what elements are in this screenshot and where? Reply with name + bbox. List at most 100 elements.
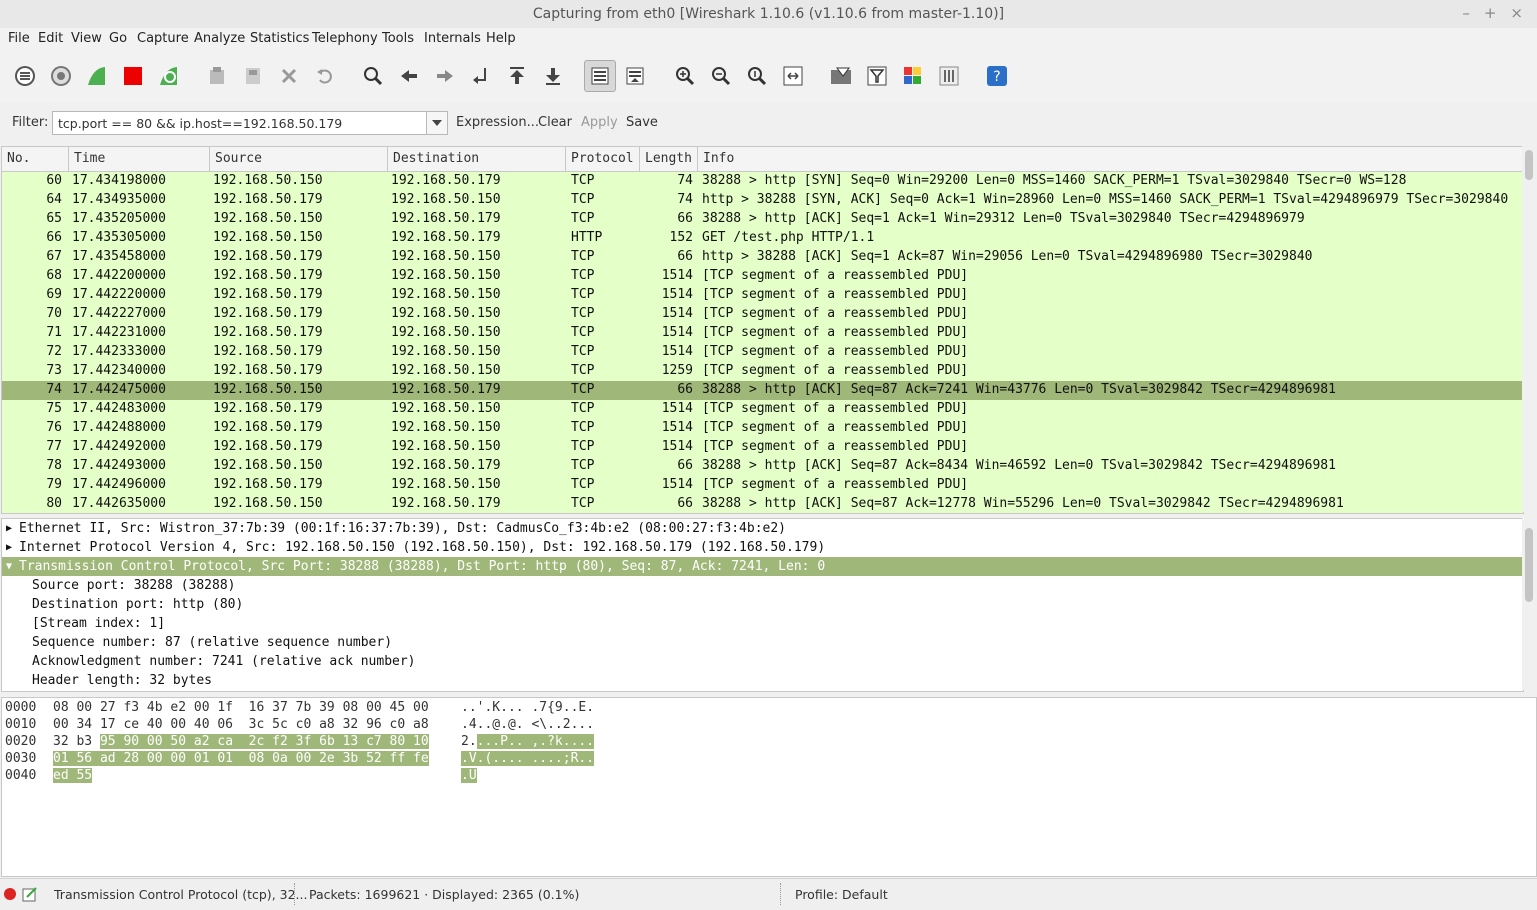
packet-number: 74 xyxy=(46,382,62,397)
interfaces-icon[interactable] xyxy=(12,63,38,89)
capture-filters-icon[interactable] xyxy=(828,63,854,89)
filter-dropdown-button[interactable] xyxy=(426,111,448,135)
detail-field[interactable]: Header length: 32 bytes xyxy=(2,671,1523,690)
go-to-packet-icon[interactable] xyxy=(468,63,494,89)
packet-row[interactable]: 71 17.442231000 192.168.50.179 192.168.50.1… xyxy=(2,324,1523,343)
close-button[interactable]: × xyxy=(1510,4,1523,22)
clear-button[interactable]: Clear xyxy=(538,115,572,130)
menu-edit[interactable]: Edit xyxy=(38,31,63,46)
packet-number: 73 xyxy=(46,363,62,378)
expanded-triangle-icon[interactable]: ▼ xyxy=(6,557,12,576)
menu-help[interactable]: Help xyxy=(486,31,516,46)
packet-row[interactable]: 68 17.442200000 192.168.50.179 192.168.50.1… xyxy=(2,267,1523,286)
packet-protocol: TCP xyxy=(571,420,595,435)
go-back-icon[interactable] xyxy=(396,63,422,89)
coloring-rules-icon[interactable] xyxy=(900,63,926,89)
packet-row[interactable]: 77 17.442492000 192.168.50.179 192.168.50.1… xyxy=(2,438,1523,457)
column-header-no[interactable]: No. xyxy=(7,151,30,167)
save-button[interactable]: Save xyxy=(626,115,658,130)
start-capture-icon[interactable] xyxy=(84,63,110,89)
maximize-button[interactable]: + xyxy=(1484,4,1497,22)
packet-row[interactable]: 66 17.435305000 192.168.50.150 192.168.50.1… xyxy=(2,229,1523,248)
menu-view[interactable]: View xyxy=(71,31,102,46)
column-header-destination[interactable]: Destination xyxy=(393,151,479,167)
autoscroll-icon[interactable] xyxy=(622,63,648,89)
close-file-icon[interactable] xyxy=(276,63,302,89)
packet-row[interactable]: 74 17.442475000 192.168.50.150 192.168.50.1… xyxy=(2,381,1523,400)
details-scroll-thumb[interactable] xyxy=(1525,528,1533,602)
packet-length: 1514 xyxy=(661,306,693,321)
column-header-protocol[interactable]: Protocol xyxy=(571,151,634,167)
go-last-icon[interactable] xyxy=(540,63,566,89)
restart-capture-icon[interactable] xyxy=(156,63,182,89)
menu-internals[interactable]: Internals xyxy=(424,31,481,46)
packet-row[interactable]: 70 17.442227000 192.168.50.179 192.168.50.1… xyxy=(2,305,1523,324)
packet-row[interactable]: 79 17.442496000 192.168.50.179 192.168.50.1… xyxy=(2,476,1523,495)
packet-number: 75 xyxy=(46,401,62,416)
menu-statistics[interactable]: Statistics xyxy=(250,31,309,46)
go-first-icon[interactable] xyxy=(504,63,530,89)
apply-button[interactable]: Apply xyxy=(581,115,618,130)
packet-list-scrollbar[interactable] xyxy=(1522,146,1536,512)
column-header-source[interactable]: Source xyxy=(215,151,262,167)
detail-field[interactable]: Source port: 38288 (38288) xyxy=(2,576,1523,595)
packet-row[interactable]: 65 17.435205000 192.168.50.150 192.168.50.1… xyxy=(2,210,1523,229)
packet-row[interactable]: 76 17.442488000 192.168.50.179 192.168.50.1… xyxy=(2,419,1523,438)
column-header-length[interactable]: Length xyxy=(645,151,695,167)
help-icon[interactable]: ? xyxy=(984,63,1010,89)
open-file-icon[interactable] xyxy=(204,63,230,89)
packet-row[interactable]: 67 17.435458000 192.168.50.179 192.168.50.1… xyxy=(2,248,1523,267)
normal-size-icon[interactable] xyxy=(744,63,770,89)
stop-capture-status-icon[interactable] xyxy=(3,887,17,901)
packet-row[interactable]: 78 17.442493000 192.168.50.150 192.168.50.1… xyxy=(2,457,1523,476)
column-header-info[interactable]: Info xyxy=(703,151,734,167)
packet-list-scroll-thumb[interactable] xyxy=(1525,150,1533,180)
save-file-icon[interactable] xyxy=(240,63,266,89)
zoom-out-icon[interactable] xyxy=(708,63,734,89)
menu-analyze[interactable]: Analyze xyxy=(194,31,245,46)
display-filter-input[interactable]: tcp.port == 80 && ip.host==192.168.50.17… xyxy=(52,111,428,135)
packet-row[interactable]: 75 17.442483000 192.168.50.179 192.168.50.1… xyxy=(2,400,1523,419)
collapsed-triangle-icon[interactable]: ▶ xyxy=(6,519,12,538)
edit-comment-icon[interactable] xyxy=(22,886,38,902)
packet-source: 192.168.50.150 xyxy=(213,173,323,188)
menu-capture[interactable]: Capture xyxy=(137,31,189,46)
menu-go[interactable]: Go xyxy=(109,31,127,46)
packet-row[interactable]: 73 17.442340000 192.168.50.179 192.168.50.1… xyxy=(2,362,1523,381)
menu-file[interactable]: File xyxy=(8,31,30,46)
collapsed-triangle-icon[interactable]: ▶ xyxy=(6,538,12,557)
detail-protocol-node[interactable]: ▶ Internet Protocol Version 4, Src: 192.1… xyxy=(2,538,1523,557)
detail-field[interactable]: Sequence number: 87 (relative sequence n… xyxy=(2,633,1523,652)
resize-columns-icon[interactable] xyxy=(780,63,806,89)
status-profile[interactable]: Profile: Default xyxy=(795,887,888,902)
detail-protocol-node[interactable]: ▼ Transmission Control Protocol, Src Port… xyxy=(2,557,1523,576)
packet-number: 67 xyxy=(46,249,62,264)
details-scrollbar[interactable] xyxy=(1522,518,1536,690)
hex-offset: 0030 xyxy=(5,751,37,766)
display-filters-icon[interactable] xyxy=(864,63,890,89)
expression-button[interactable]: Expression... xyxy=(456,115,539,130)
packet-row[interactable]: 72 17.442333000 192.168.50.179 192.168.50.1… xyxy=(2,343,1523,362)
packet-length: 1514 xyxy=(661,325,693,340)
menu-tools[interactable]: Tools xyxy=(382,31,414,46)
packet-row[interactable]: 69 17.442220000 192.168.50.179 192.168.50.1… xyxy=(2,286,1523,305)
packet-row[interactable]: 80 17.442635000 192.168.50.150 192.168.50.1… xyxy=(2,495,1523,513)
preferences-icon[interactable] xyxy=(936,63,962,89)
minimize-button[interactable]: – xyxy=(1462,4,1470,22)
packet-row[interactable]: 60 17.434198000 192.168.50.150 192.168.50.1… xyxy=(2,172,1523,191)
detail-protocol-node[interactable]: ▶ Ethernet II, Src: Wistron_37:7b:39 (00:… xyxy=(2,519,1523,538)
packet-time: 17.442333000 xyxy=(72,344,166,359)
column-header-time[interactable]: Time xyxy=(74,151,105,167)
reload-icon[interactable] xyxy=(312,63,338,89)
detail-field[interactable]: [Stream index: 1] xyxy=(2,614,1523,633)
colorize-icon[interactable] xyxy=(584,60,616,92)
packet-row[interactable]: 64 17.434935000 192.168.50.179 192.168.50.1… xyxy=(2,191,1523,210)
menu-telephony[interactable]: Telephony xyxy=(312,31,378,46)
detail-field[interactable]: Acknowledgment number: 7241 (relative ac… xyxy=(2,652,1523,671)
options-icon[interactable] xyxy=(48,63,74,89)
detail-field[interactable]: Destination port: http (80) xyxy=(2,595,1523,614)
stop-capture-icon[interactable] xyxy=(120,63,146,89)
go-forward-icon[interactable] xyxy=(432,63,458,89)
find-packet-icon[interactable] xyxy=(360,63,386,89)
zoom-in-icon[interactable] xyxy=(672,63,698,89)
